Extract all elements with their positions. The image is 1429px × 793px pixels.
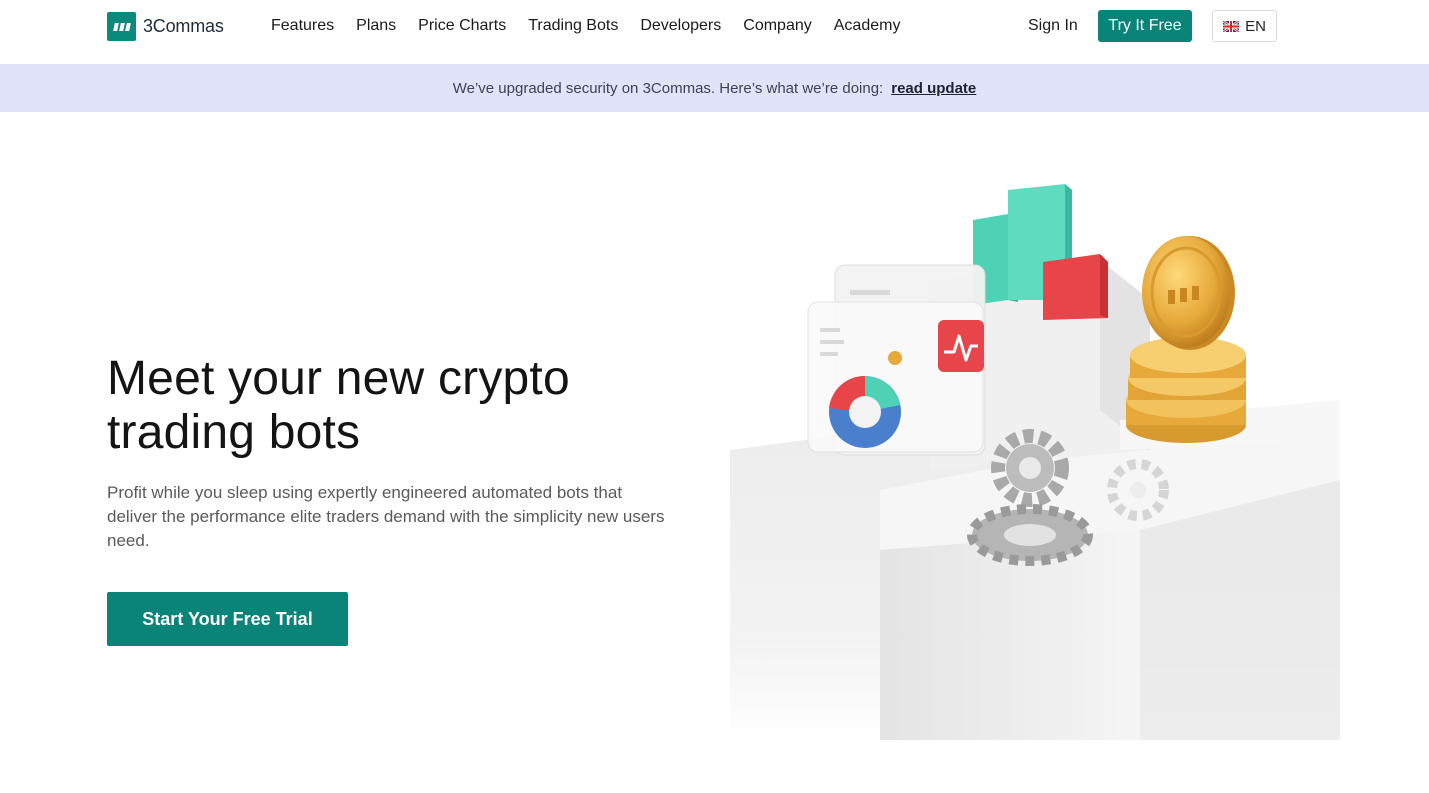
nav-company[interactable]: Company [743, 17, 811, 35]
hero-illustration [730, 184, 1340, 740]
pie-chart-icon [829, 375, 901, 448]
nav-features[interactable]: Features [271, 17, 334, 35]
nav-trading-bots[interactable]: Trading Bots [528, 17, 618, 35]
try-it-free-button[interactable]: Try It Free [1098, 10, 1192, 42]
logo-text: 3Commas [143, 16, 224, 36]
read-update-link[interactable]: read update [891, 80, 976, 97]
language-label: EN [1245, 17, 1266, 35]
logo[interactable]: 3Commas [107, 12, 224, 41]
main-nav: Features Plans Price Charts Trading Bots… [271, 17, 922, 35]
top-header: 3Commas Features Plans Price Charts Trad… [0, 0, 1429, 64]
nav-price-charts[interactable]: Price Charts [418, 17, 506, 35]
sign-in-link[interactable]: Sign In [1028, 17, 1078, 35]
logo-icon [107, 12, 136, 41]
language-selector[interactable]: EN [1212, 10, 1277, 42]
nav-plans[interactable]: Plans [356, 17, 396, 35]
security-banner: We’ve upgraded security on 3Commas. Here… [0, 64, 1429, 112]
pulse-icon [938, 320, 984, 372]
chart-bars-icon [973, 184, 1108, 320]
nav-academy[interactable]: Academy [834, 17, 901, 35]
nav-developers[interactable]: Developers [640, 17, 721, 35]
start-free-trial-button[interactable]: Start Your Free Trial [107, 592, 348, 646]
hero-title: Meet your new crypto trading bots [107, 352, 570, 459]
uk-flag-icon [1223, 20, 1240, 32]
banner-text: We’ve upgraded security on 3Commas. Here… [452, 79, 884, 97]
hero-subtitle: Profit while you sleep using expertly en… [107, 483, 665, 550]
